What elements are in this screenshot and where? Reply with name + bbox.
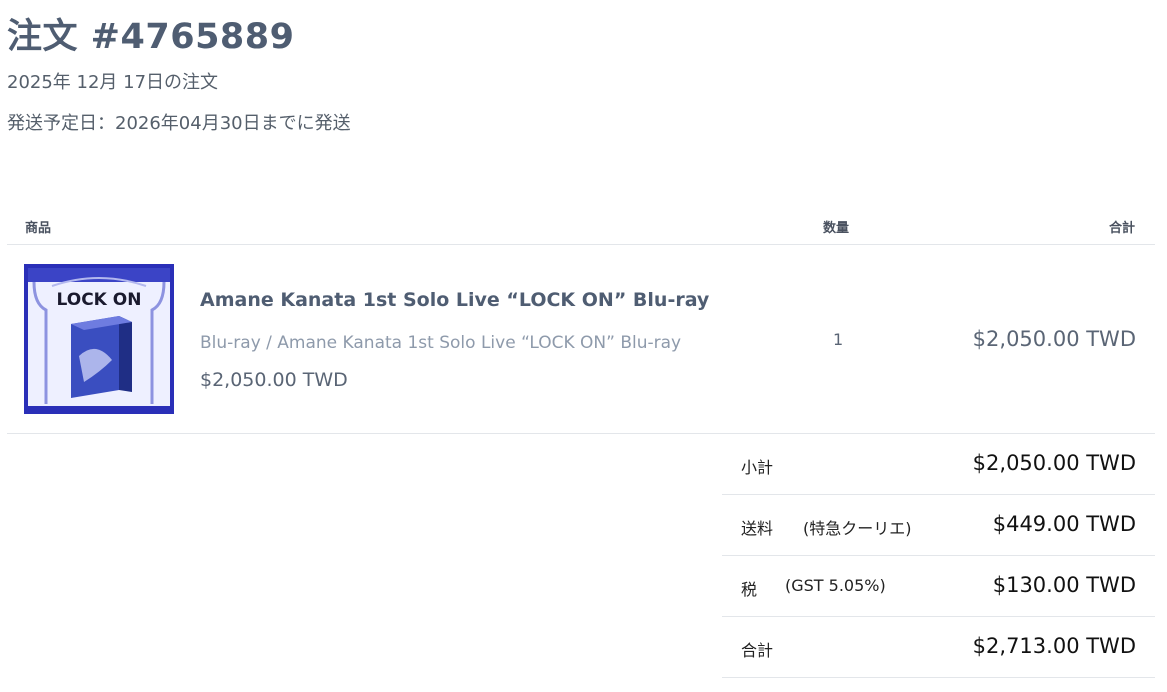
total-label: 合計 <box>741 641 774 660</box>
summary-shipping-row: 送料 (特急クーリエ) $449.00 TWD <box>722 495 1155 556</box>
product-variant: Blu-ray / Amane Kanata 1st Solo Live “LO… <box>200 333 682 353</box>
product-thumbnail-image: LOCK ON <box>24 264 174 414</box>
order-item-row: LOCK ON Amane Kanata 1st Solo Live “LOCK… <box>7 245 1155 434</box>
order-table-header: 商品 数量 合計 <box>7 209 1155 245</box>
summary-total-row: 合計 $2,713.00 TWD <box>722 617 1155 678</box>
product-thumbnail[interactable]: LOCK ON <box>24 264 174 414</box>
column-header-product: 商品 <box>25 221 52 236</box>
order-detail-page: 注文 #4765889 2025年 12月 17日の注文 発送予定日：2026年… <box>0 0 1167 692</box>
product-line-total: $2,050.00 TWD <box>972 327 1136 351</box>
subtotal-value: $2,050.00 TWD <box>972 451 1136 475</box>
shipping-date: 発送予定日：2026年04月30日までに発送 <box>7 113 351 134</box>
shipping-method: (特急クーリエ) <box>803 519 912 538</box>
summary-subtotal-row: 小計 $2,050.00 TWD <box>722 434 1155 495</box>
order-title: 注文 #4765889 <box>7 17 295 57</box>
shipping-value: $449.00 TWD <box>992 512 1136 536</box>
total-value: $2,713.00 TWD <box>972 634 1136 658</box>
tax-label: 税 <box>741 580 758 599</box>
order-summary: 小計 $2,050.00 TWD 送料 (特急クーリエ) $449.00 TWD… <box>722 434 1155 678</box>
order-date: 2025年 12月 17日の注文 <box>7 72 219 93</box>
tax-rate: (GST 5.05%) <box>785 576 886 595</box>
product-unit-price: $2,050.00 TWD <box>200 369 348 391</box>
shipping-label: 送料 <box>741 519 774 538</box>
column-header-quantity: 数量 <box>823 221 850 236</box>
product-name[interactable]: Amane Kanata 1st Solo Live “LOCK ON” Blu… <box>200 289 709 311</box>
subtotal-label: 小計 <box>741 458 774 477</box>
summary-tax-row: 税 (GST 5.05%) $130.00 TWD <box>722 556 1155 617</box>
product-quantity: 1 <box>833 330 844 349</box>
svg-text:LOCK ON: LOCK ON <box>57 290 142 310</box>
column-header-total: 合計 <box>1108 221 1135 236</box>
lock-on-logo: LOCK ON <box>57 290 142 310</box>
tax-value: $130.00 TWD <box>992 573 1136 597</box>
